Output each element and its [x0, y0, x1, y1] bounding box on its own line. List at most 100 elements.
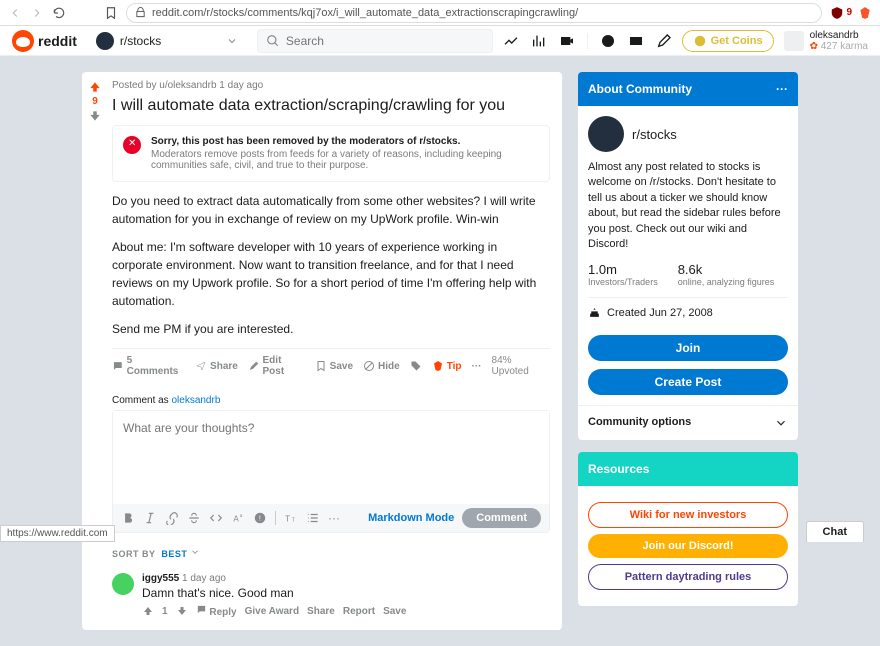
- chevron-down-icon: [226, 35, 238, 47]
- reply-button[interactable]: Reply: [196, 604, 237, 618]
- lock-icon: [135, 7, 146, 18]
- search-icon: [266, 34, 280, 48]
- avatar: [784, 31, 804, 51]
- about-card: About Community ··· r/stocks Almost any …: [578, 72, 798, 440]
- comments-button[interactable]: 5 Comments: [112, 355, 185, 377]
- strike-icon[interactable]: [187, 511, 201, 525]
- heading-icon[interactable]: TT: [284, 511, 298, 525]
- post-title: I will automate data extraction/scraping…: [112, 97, 550, 115]
- list-icon[interactable]: [306, 511, 320, 525]
- daytrade-link[interactable]: Pattern daytrading rules: [588, 564, 788, 590]
- link-icon[interactable]: [165, 511, 179, 525]
- comment-as-label: Comment as oleksandrb: [112, 395, 550, 406]
- removed-notice: Sorry, this post has been removed by the…: [112, 125, 550, 182]
- comment-as-user[interactable]: oleksandrb: [171, 395, 220, 406]
- reddit-logo[interactable]: reddit: [12, 30, 77, 52]
- award-button[interactable]: Give Award: [245, 606, 299, 617]
- comment-editor: Aa ! TT ··· Markdown Mode Comment: [112, 410, 550, 533]
- tip-button[interactable]: Tip: [432, 360, 462, 372]
- upvote-ratio: 84% Upvoted: [492, 355, 550, 377]
- subreddit-icon: [96, 32, 114, 50]
- code-icon[interactable]: [209, 511, 223, 525]
- post-score: 9: [92, 96, 98, 107]
- svg-text:T: T: [292, 518, 296, 524]
- comment-avatar[interactable]: [112, 573, 134, 595]
- comment-text: Damn that's nice. Good man: [142, 586, 550, 600]
- brave-icon[interactable]: [858, 6, 872, 20]
- chat-tab[interactable]: Chat: [806, 521, 864, 542]
- tag-button[interactable]: [410, 360, 422, 372]
- mail-icon[interactable]: [628, 33, 644, 49]
- back-icon[interactable]: [8, 6, 22, 20]
- video-icon[interactable]: [559, 33, 575, 49]
- markdown-mode-button[interactable]: Markdown Mode: [368, 512, 454, 524]
- more-button[interactable]: ···: [472, 361, 482, 372]
- url-bar[interactable]: reddit.com/r/stocks/comments/kqj7ox/i_wi…: [126, 3, 822, 23]
- svg-text:A: A: [233, 515, 239, 524]
- get-coins-button[interactable]: Get Coins: [682, 30, 774, 52]
- report-button[interactable]: Report: [343, 606, 375, 617]
- ublock-icon[interactable]: 9: [830, 6, 852, 20]
- svg-text:a: a: [240, 513, 243, 518]
- chat-icon[interactable]: [600, 33, 616, 49]
- upvote-icon[interactable]: [142, 605, 154, 617]
- share-button[interactable]: Share: [195, 360, 238, 372]
- comment-meta: iggy555 1 day ago: [142, 573, 550, 584]
- online-count: 8.6k: [678, 262, 775, 277]
- all-icon[interactable]: [531, 33, 547, 49]
- resources-header: Resources: [578, 452, 798, 486]
- c-share-button[interactable]: Share: [307, 606, 335, 617]
- vote-column: 9: [88, 80, 102, 123]
- join-button[interactable]: Join: [588, 335, 788, 361]
- comment-actions: 1 Reply Give Award Share Report Save: [142, 604, 550, 618]
- italic-icon[interactable]: [143, 511, 157, 525]
- subreddit-title[interactable]: r/stocks: [632, 127, 677, 142]
- more-format-icon[interactable]: ···: [328, 511, 340, 525]
- spoiler-icon[interactable]: !: [253, 511, 267, 525]
- upvote-icon[interactable]: [88, 80, 102, 94]
- removed-text: Moderators remove posts from feeds for a…: [151, 149, 539, 171]
- reload-icon[interactable]: [52, 6, 66, 20]
- wiki-link[interactable]: Wiki for new investors: [588, 502, 788, 528]
- search-input[interactable]: [286, 34, 484, 48]
- sort-row[interactable]: SORT BY BEST: [112, 547, 550, 559]
- edit-button[interactable]: Edit Post: [248, 355, 305, 377]
- forward-icon[interactable]: [30, 6, 44, 20]
- downvote-icon[interactable]: [176, 605, 188, 617]
- discord-link[interactable]: Join our Discord!: [588, 534, 788, 558]
- post-actions: 5 Comments Share Edit Post Save Hide Tip…: [112, 348, 550, 383]
- about-header: About Community ···: [578, 72, 798, 106]
- post-body-3: Send me PM if you are interested.: [112, 320, 550, 338]
- resources-card: Resources Wiki for new investors Join ou…: [578, 452, 798, 606]
- post-body-2: About me: I'm software developer with 10…: [112, 238, 550, 310]
- removed-icon: [123, 136, 141, 154]
- removed-bold: Sorry, this post has been removed by the…: [151, 136, 539, 147]
- create-icon[interactable]: [656, 33, 672, 49]
- community-options[interactable]: Community options: [578, 405, 798, 440]
- sup-icon[interactable]: Aa: [231, 511, 245, 525]
- reddit-snoo-icon: [12, 30, 34, 52]
- subreddit-icon[interactable]: [588, 116, 624, 152]
- comment-textarea[interactable]: [113, 411, 549, 501]
- post-meta: Posted by u/oleksandrb 1 day ago: [112, 80, 550, 91]
- c-save-button[interactable]: Save: [383, 606, 406, 617]
- comment-toolbar: Aa ! TT ··· Markdown Mode Comment: [113, 504, 549, 532]
- create-post-button[interactable]: Create Post: [588, 369, 788, 395]
- extension-icons: 9: [830, 6, 872, 20]
- bookmark-icon[interactable]: [104, 6, 118, 20]
- status-bar-url: https://www.reddit.com: [0, 525, 115, 542]
- post-body-1: Do you need to extract data automaticall…: [112, 192, 550, 228]
- coin-icon: [693, 34, 707, 48]
- more-icon[interactable]: ···: [776, 82, 788, 96]
- popular-icon[interactable]: [503, 33, 519, 49]
- comment-score: 1: [162, 606, 168, 617]
- subreddit-dropdown[interactable]: r/stocks: [87, 28, 247, 54]
- downvote-icon[interactable]: [88, 109, 102, 123]
- cake-icon: [588, 306, 601, 319]
- search-bar[interactable]: [257, 29, 493, 53]
- user-menu[interactable]: oleksandrb ✿ 427 karma: [784, 30, 868, 52]
- hide-button[interactable]: Hide: [363, 360, 400, 372]
- bold-icon[interactable]: [121, 511, 135, 525]
- comment-submit-button[interactable]: Comment: [462, 508, 541, 528]
- save-button[interactable]: Save: [315, 360, 353, 372]
